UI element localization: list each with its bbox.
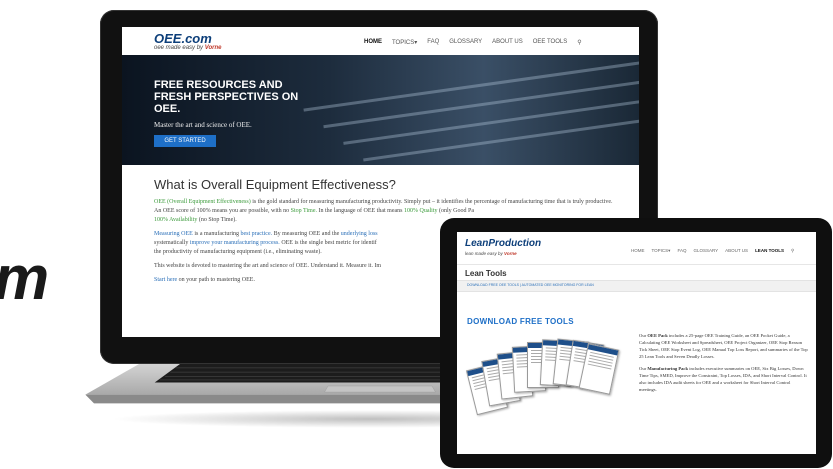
nav-topics[interactable]: TOPICS▾ (652, 248, 671, 254)
tools-description: Our OEE Pack includes a 25-page OEE Trai… (639, 332, 809, 398)
nav-about-us[interactable]: ABOUT US (492, 39, 523, 46)
breadcrumb[interactable]: DOWNLOAD FREE OEE TOOLS | AUTOMATED OEE … (467, 283, 594, 287)
measuring-oee-link[interactable]: Measuring OEE (154, 231, 193, 237)
hero-subtitle: Master the art and science of OEE. (154, 121, 252, 129)
stop-time-link[interactable]: Stop Time. (291, 208, 317, 214)
availability-link[interactable]: 100% Availability (154, 217, 197, 223)
download-tools-heading: DOWNLOAD FREE TOOLS (467, 317, 574, 326)
tablet-screen: LeanProduction lean made easy by Vorne H… (457, 232, 816, 454)
oee-tagline: oee made easy by Vorne (154, 45, 222, 51)
oee-logo[interactable]: OEE.com (154, 31, 212, 46)
hero-banner: FREE RESOURCES AND FRESH PERSPECTIVES ON… (122, 55, 639, 165)
nav-home[interactable]: HOME (631, 248, 645, 254)
nav-home[interactable]: HOME (364, 39, 382, 46)
oee-nav-menu: HOME TOPICS▾ FAQ GLOSSARY ABOUT US OEE T… (364, 39, 582, 46)
article-heading: What is Overall Equipment Effectiveness? (154, 177, 396, 192)
oee-pack-paragraph: Our OEE Pack includes a 25-page OEE Trai… (639, 333, 808, 359)
nav-oee-tools[interactable]: OEE TOOLS (533, 39, 567, 46)
nav-faq[interactable]: FAQ (677, 248, 686, 254)
lean-tagline: lean made easy by Vorne (465, 251, 517, 256)
start-here-link[interactable]: Start here (154, 277, 177, 283)
page-title: Lean Tools (465, 269, 507, 278)
oee-site-header: OEE.com oee made easy by Vorne HOME TOPI… (122, 27, 639, 56)
manufacturing-pack-paragraph: Our Manufacturing Pack includes executiv… (639, 366, 807, 392)
lean-site-header: LeanProduction lean made easy by Vorne H… (457, 232, 816, 265)
nav-topics[interactable]: TOPICS▾ (392, 39, 417, 46)
get-started-button[interactable]: GET STARTED (154, 135, 216, 147)
search-icon[interactable]: ⚲ (791, 248, 794, 254)
partial-wordmark: m (0, 248, 49, 310)
improve-process-link[interactable]: improve your manufacturing process. (190, 240, 280, 246)
nav-about-us[interactable]: ABOUT US (725, 248, 748, 254)
tool-documents-image[interactable] (465, 332, 631, 432)
nav-glossary[interactable]: GLOSSARY (449, 39, 482, 46)
lean-production-logo[interactable]: LeanProduction (465, 238, 541, 249)
nav-lean-tools[interactable]: LEAN TOOLS (755, 248, 784, 254)
oee-definition-link[interactable]: OEE (Overall Equipment Effectiveness) (154, 199, 251, 205)
nav-faq[interactable]: FAQ (427, 39, 439, 46)
best-practice-link[interactable]: best practice. (240, 231, 272, 237)
quality-link[interactable]: 100% Quality (404, 208, 438, 214)
underlying-loss-link[interactable]: underlying loss (341, 231, 378, 237)
hero-title: FREE RESOURCES AND FRESH PERSPECTIVES ON… (154, 79, 299, 115)
nav-glossary[interactable]: GLOSSARY (693, 248, 718, 254)
search-icon[interactable]: ⚲ (577, 39, 581, 46)
lean-nav-menu: HOME TOPICS▾ FAQ GLOSSARY ABOUT US LEAN … (631, 248, 794, 254)
